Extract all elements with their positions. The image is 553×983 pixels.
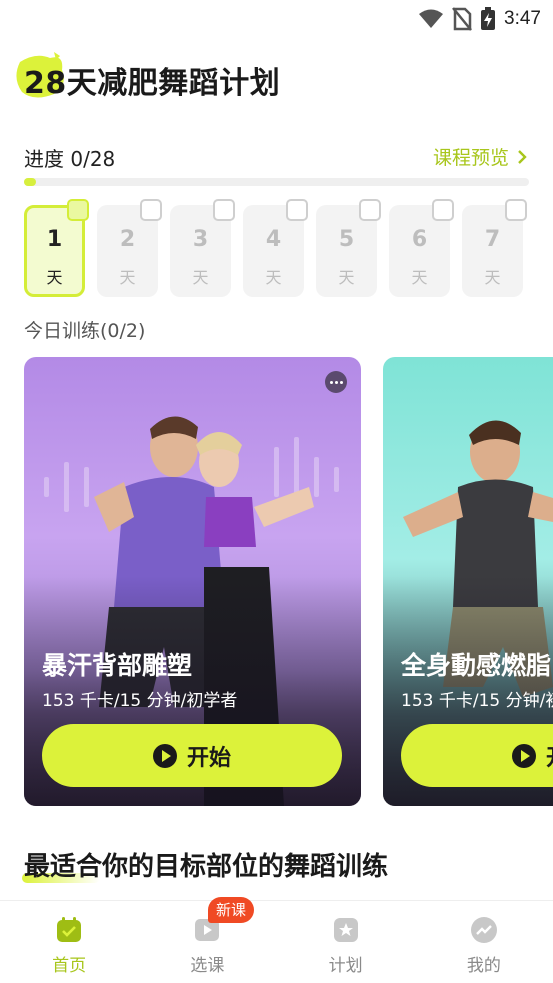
new-course-badge: 新课 [208,897,255,923]
day-card-2[interactable]: 2 天 [97,199,162,297]
bottom-nav: 首页 选课 计划 我的 [0,900,553,983]
day-number: 3 [192,227,209,252]
day-card-7[interactable]: 7 天 [462,199,527,297]
nav-item-plan[interactable]: 计划 [277,901,415,983]
day-number: 7 [484,227,501,252]
nav-label: 首页 [52,956,87,976]
course-meta: 153 千卡/15 分钟/初学者 [42,691,238,711]
today-training-label: 今日训练(0/2) [24,320,146,342]
day-checkbox[interactable] [432,199,454,221]
status-bar: 3:47 [0,0,553,40]
page-header: 28天减肥舞蹈计划 [14,48,334,101]
more-options-icon[interactable] [325,371,347,393]
progress-label: 进度 0/28 [24,147,116,171]
day-checkbox[interactable] [67,199,89,221]
day-unit: 天 [192,268,209,287]
start-button-label: 开始 [546,740,553,772]
course-card[interactable]: 全身動感燃脂 153 千卡/15 分钟/初学者 开始 [383,357,553,806]
day-unit: 天 [46,268,63,287]
day-card-6[interactable]: 6 天 [389,199,454,297]
start-button[interactable]: 开始 [42,724,342,787]
day-unit: 天 [265,268,282,287]
progress-bar [24,178,529,186]
course-preview-label: 课程预览 [432,147,509,169]
play-icon [511,743,536,768]
page-title: 28天减肥舞蹈计划 [24,66,281,101]
progress-bar-fill [24,178,36,186]
course-title: 暴汗背部雕塑 [42,651,193,680]
day-card-5[interactable]: 5 天 [316,199,381,297]
day-selector: 1 天 2 天 3 天 4 天 5 天 6 天 7 天 [24,199,527,297]
nav-label: 我的 [466,956,501,976]
play-icon [152,743,177,768]
section-title: 最适合你的目标部位的舞蹈训练 [24,852,389,882]
day-checkbox[interactable] [140,199,162,221]
day-checkbox[interactable] [505,199,527,221]
day-unit: 天 [484,268,501,287]
day-number: 4 [265,227,282,252]
course-meta: 153 千卡/15 分钟/初学者 [401,691,553,711]
start-button-label: 开始 [186,745,231,771]
day-number: 1 [46,227,63,252]
home-screen: 3:47 28天减肥舞蹈计划 进度 0/28 课程预览 1 天 2 天 3 天 … [0,0,553,983]
profile-trend-icon [470,917,497,943]
nav-label: 计划 [328,956,363,976]
nav-item-profile[interactable]: 我的 [415,901,553,983]
course-card[interactable]: 暴汗背部雕塑 153 千卡/15 分钟/初学者 开始 [24,357,361,806]
course-preview-link[interactable]: 课程预览 [433,143,527,170]
day-checkbox[interactable] [286,199,308,221]
calendar-check-icon [57,917,82,942]
chevron-right-icon [518,149,527,164]
nav-label: 选课 [190,956,225,976]
day-card-1[interactable]: 1 天 [24,199,89,297]
day-number: 5 [338,227,355,252]
wifi-icon [419,9,444,28]
nav-item-home[interactable]: 首页 [0,901,138,983]
day-unit: 天 [338,268,355,287]
start-button[interactable]: 开始 [401,724,553,787]
day-checkbox[interactable] [213,199,235,221]
no-sim-icon [452,7,472,31]
day-card-3[interactable]: 3 天 [170,199,235,297]
battery-charging-icon [481,7,496,30]
course-title: 全身動感燃脂 [401,651,552,680]
star-plan-icon [333,918,358,942]
clock: 3:47 [504,8,541,29]
day-number: 6 [411,227,428,252]
day-unit: 天 [119,268,136,287]
day-checkbox[interactable] [359,199,381,221]
day-number: 2 [119,227,136,252]
day-unit: 天 [411,268,428,287]
day-card-4[interactable]: 4 天 [243,199,308,297]
